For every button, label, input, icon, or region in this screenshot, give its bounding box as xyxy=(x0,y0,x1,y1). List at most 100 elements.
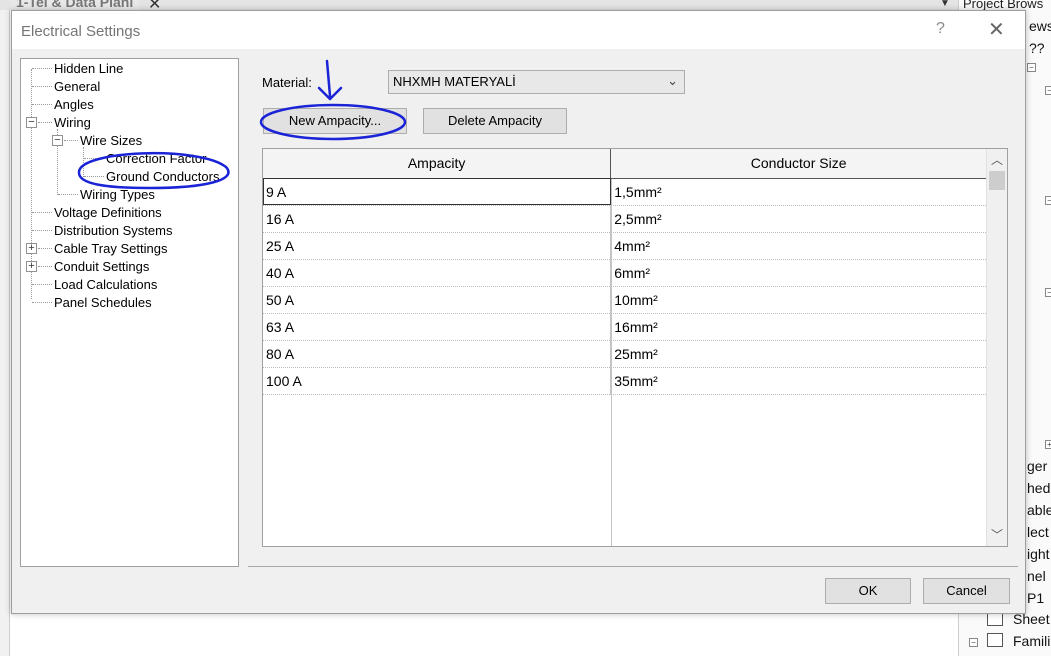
tree-item-cable-tray-settings[interactable]: Cable Tray Settings xyxy=(54,241,167,256)
ampacity-cell[interactable]: 16 A xyxy=(263,205,612,233)
tree-connector xyxy=(64,140,78,141)
electrical-settings-dialog: Electrical Settings ? ✕ Hidden Line Gene… xyxy=(11,10,1026,614)
project-browser-fragment[interactable]: ight xyxy=(1027,546,1050,562)
conductor-size-cell[interactable]: 10mm² xyxy=(610,286,987,314)
table-row: 16 A 2,5mm² xyxy=(263,205,987,233)
material-select[interactable]: NHXMH MATERYALİ ⌄ xyxy=(388,70,685,94)
table-row: 9 A 1,5mm² xyxy=(263,178,987,206)
project-browser-fragment[interactable]: able xyxy=(1027,502,1051,518)
footer-separator xyxy=(248,566,1018,567)
tree-item-correction-factor[interactable]: Correction Factor xyxy=(106,151,206,166)
tree-connector xyxy=(58,194,78,195)
scroll-down-icon[interactable]: ﹀ xyxy=(987,526,1007,544)
project-browser-families[interactable]: Famili xyxy=(1013,633,1050,649)
project-browser-fragment[interactable]: hed xyxy=(1027,480,1050,496)
ampacity-cell[interactable]: 40 A xyxy=(263,259,612,287)
tree-connector xyxy=(38,122,52,123)
column-header-conductor-size[interactable]: Conductor Size xyxy=(610,149,987,179)
dialog-title: Electrical Settings xyxy=(21,23,141,40)
project-browser-fragment: ews xyxy=(1029,18,1051,34)
project-browser-fragment[interactable]: nel xyxy=(1027,568,1046,584)
conductor-size-cell[interactable]: 16mm² xyxy=(610,313,987,341)
table-row: 63 A 16mm² xyxy=(263,313,987,341)
ampacity-table: Ampacity Conductor Size 9 A 1,5mm² 16 A … xyxy=(262,148,1008,547)
ampacity-cell[interactable]: 50 A xyxy=(263,286,612,314)
column-header-ampacity[interactable]: Ampacity xyxy=(263,149,612,179)
ampacity-cell[interactable]: 9 A xyxy=(263,178,612,206)
background-dropdown-arrow-icon[interactable]: ▼ xyxy=(940,0,950,9)
project-browser-fragment: ?? xyxy=(1029,40,1045,56)
background-view-tab-label: 1-Tel & Data Planı xyxy=(16,0,134,10)
tree-connector xyxy=(32,104,52,105)
tree-item-load-calculations[interactable]: Load Calculations xyxy=(54,277,157,292)
help-icon[interactable]: ? xyxy=(936,20,945,38)
ampacity-grid: Ampacity Conductor Size 9 A 1,5mm² 16 A … xyxy=(263,149,987,395)
material-select-value: NHXMH MATERYALİ xyxy=(393,74,516,89)
tree-item-angles[interactable]: Angles xyxy=(54,97,94,112)
close-icon[interactable]: ✕ xyxy=(988,17,1005,42)
ampacity-cell[interactable]: 100 A xyxy=(263,367,612,395)
expand-icon[interactable]: + xyxy=(26,261,37,272)
table-row: 100 A 35mm² xyxy=(263,367,987,395)
project-browser-fragment[interactable]: P1 xyxy=(1027,590,1044,606)
vertical-scrollbar[interactable]: ︿ ﹀ xyxy=(986,149,1007,546)
project-browser-expander-icon[interactable]: − xyxy=(1045,288,1051,297)
background-left-edge xyxy=(0,10,10,656)
tree-connector xyxy=(84,158,104,159)
collapse-icon[interactable]: − xyxy=(26,117,37,128)
project-browser-expander-icon[interactable]: − xyxy=(1027,63,1036,72)
table-row: 80 A 25mm² xyxy=(263,340,987,368)
project-browser-expander-icon[interactable]: − xyxy=(1045,196,1051,205)
new-ampacity-button[interactable]: New Ampacity... xyxy=(263,108,407,134)
tree-connector xyxy=(32,302,52,303)
project-browser-fragment[interactable]: lect xyxy=(1027,524,1049,540)
chevron-down-icon: ⌄ xyxy=(667,73,678,88)
tree-item-wiring-types[interactable]: Wiring Types xyxy=(80,187,155,202)
tree-item-wire-sizes[interactable]: Wire Sizes xyxy=(80,133,142,148)
column-divider xyxy=(611,179,612,546)
collapse-icon[interactable]: − xyxy=(52,135,63,146)
cancel-button[interactable]: Cancel xyxy=(923,578,1010,604)
tree-item-voltage-definitions[interactable]: Voltage Definitions xyxy=(54,205,162,220)
tree-item-general[interactable]: General xyxy=(54,79,100,94)
expand-icon[interactable]: + xyxy=(26,243,37,254)
tree-connector xyxy=(32,284,52,285)
ok-button[interactable]: OK xyxy=(825,578,911,604)
tree-item-ground-conductors[interactable]: Ground Conductors xyxy=(106,169,220,184)
conductor-size-cell[interactable]: 4mm² xyxy=(610,232,987,260)
tree-item-conduit-settings[interactable]: Conduit Settings xyxy=(54,259,149,274)
project-browser-fragment[interactable]: ger xyxy=(1027,458,1047,474)
tree-item-distribution-systems[interactable]: Distribution Systems xyxy=(54,223,172,238)
delete-ampacity-button[interactable]: Delete Ampacity xyxy=(423,108,567,134)
tree-item-panel-schedules[interactable]: Panel Schedules xyxy=(54,295,152,310)
tree-connector xyxy=(32,86,52,87)
tree-connector xyxy=(32,212,52,213)
background-view-tab[interactable]: 1-Tel & Data Planı xyxy=(10,0,140,10)
ampacity-cell[interactable]: 25 A xyxy=(263,232,612,260)
tree-item-hidden-line[interactable]: Hidden Line xyxy=(54,61,123,76)
tree-connector xyxy=(32,68,52,69)
table-row: 40 A 6mm² xyxy=(263,259,987,287)
settings-tree: Hidden Line General Angles − Wiring − Wi… xyxy=(20,58,239,567)
ampacity-cell[interactable]: 80 A xyxy=(263,340,612,368)
tree-connector xyxy=(32,230,52,231)
material-label: Material: xyxy=(262,75,312,90)
conductor-size-cell[interactable]: 35mm² xyxy=(610,367,987,395)
conductor-size-cell[interactable]: 2,5mm² xyxy=(610,205,987,233)
sheet-icon xyxy=(987,612,1003,626)
project-browser-expander-icon[interactable]: + xyxy=(1045,440,1051,449)
dialog-title-bar[interactable]: Electrical Settings ? ✕ xyxy=(12,11,1025,49)
conductor-size-cell[interactable]: 6mm² xyxy=(610,259,987,287)
tree-connector xyxy=(83,147,84,177)
tree-connector xyxy=(84,176,104,177)
family-icon xyxy=(987,633,1003,647)
scroll-up-icon[interactable]: ︿ xyxy=(987,151,1007,169)
scrollbar-thumb[interactable] xyxy=(989,171,1005,190)
ampacity-cell[interactable]: 63 A xyxy=(263,313,612,341)
conductor-size-cell[interactable]: 25mm² xyxy=(610,340,987,368)
project-browser-expander-icon[interactable]: − xyxy=(969,638,978,647)
conductor-size-cell[interactable]: 1,5mm² xyxy=(610,178,987,206)
project-browser-expander-icon[interactable]: − xyxy=(1045,86,1051,95)
table-row: 25 A 4mm² xyxy=(263,232,987,260)
tree-item-wiring[interactable]: Wiring xyxy=(54,115,91,130)
